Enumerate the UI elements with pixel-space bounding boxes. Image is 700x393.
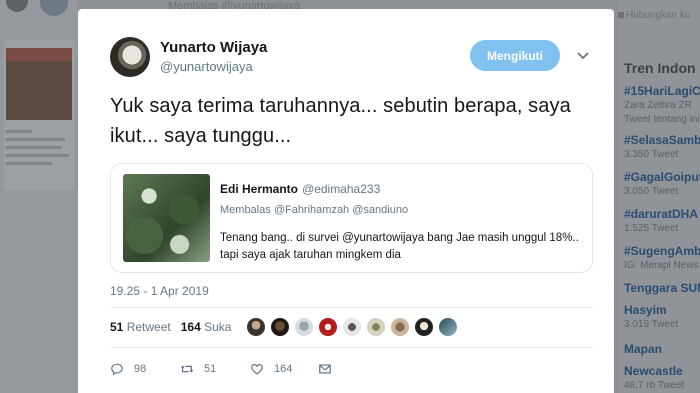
liker-avatar[interactable] <box>342 317 362 337</box>
quoted-tweet[interactable]: Edi Hermanto @edimaha233 Membalas @Fahrih… <box>110 163 593 273</box>
trend-item: Mapan <box>624 342 663 356</box>
background-trends-panel: Hubungkan ku Tren Indon #15HariLagiC Zara… <box>618 0 700 393</box>
tweet-text: Yuk saya terima taruhannya... sebutin be… <box>110 95 571 147</box>
reply-mention[interactable]: @Fahrihamzah <box>274 204 349 216</box>
liker-avatar[interactable] <box>438 317 458 337</box>
trend-item: Tenggara SUM <box>624 281 700 295</box>
trend-item: #SelasaSamba 3.350 Tweet <box>624 133 700 160</box>
tweet-stats: 51 Retweet 164 Suka <box>110 320 231 334</box>
retweet-button[interactable]: 51 <box>180 359 216 379</box>
tweet-timestamp[interactable]: 19.25 - 1 Apr 2019 <box>110 284 209 298</box>
liker-avatar[interactable] <box>270 317 290 337</box>
likes-count[interactable]: 164 <box>181 320 201 334</box>
direct-message-button[interactable] <box>318 359 342 379</box>
chevron-down-icon[interactable] <box>576 49 590 63</box>
quoted-reply-line: Membalas @Fahrihamzah @sandiuno <box>220 204 408 216</box>
reply-count: 98 <box>134 363 147 375</box>
quoted-author-name: Edi Hermanto <box>220 182 299 196</box>
connect-icon <box>618 12 624 18</box>
liker-avatar[interactable] <box>366 317 386 337</box>
retweet-count-action: 51 <box>204 363 217 375</box>
tweet-modal: Yunarto Wijaya @yunartowijaya Mengikuti … <box>78 9 614 393</box>
divider <box>110 307 594 308</box>
quoted-author-handle: @edimaha233 <box>302 182 381 196</box>
author-name[interactable]: Yunarto Wijaya <box>160 39 267 56</box>
like-count: 164 <box>274 363 293 375</box>
trend-item: #SugengAmb IG: Merapi News <box>624 244 700 271</box>
retweet-count[interactable]: 51 <box>110 320 123 334</box>
liker-avatar[interactable] <box>390 317 410 337</box>
background-text-lines <box>6 130 72 170</box>
author-avatar[interactable] <box>110 37 150 77</box>
trend-item: Tweet tentang ini <box>624 114 700 125</box>
tweet-actions: 98 51 164 <box>110 359 410 379</box>
liker-avatar[interactable] <box>246 317 266 337</box>
retweet-label[interactable]: Retweet <box>127 320 171 334</box>
background-connect-text: Hubungkan ku <box>626 10 691 21</box>
reply-button[interactable]: 98 <box>110 359 146 379</box>
quoted-author: Edi Hermanto @edimaha233 <box>220 182 380 196</box>
background-avatar <box>6 0 28 12</box>
trend-item: Newcastle 48,7 rb Tweet <box>624 364 685 391</box>
quoted-tweet-image[interactable] <box>123 174 210 262</box>
liker-avatar[interactable] <box>294 317 314 337</box>
reply-mention[interactable]: @sandiuno <box>352 204 408 216</box>
quoted-tweet-text: Tenang bang.. di survei @yunartowijaya b… <box>220 232 579 261</box>
background-thumbnail <box>6 48 72 120</box>
background-avatar <box>40 0 68 16</box>
heart-icon <box>251 364 263 375</box>
following-button[interactable]: Mengikuti <box>470 40 560 71</box>
divider <box>110 347 594 348</box>
trend-item: #15HariLagiC Zara Zettira ZR <box>624 84 700 111</box>
trend-item: #daruratDHA 1.525 Tweet <box>624 207 699 234</box>
trends-title: Tren Indon <box>624 60 696 76</box>
background-left-column <box>0 0 78 393</box>
envelope-icon <box>319 364 331 374</box>
like-button[interactable]: 164 <box>250 359 292 379</box>
reply-icon <box>111 363 123 376</box>
liker-avatar[interactable] <box>318 317 338 337</box>
likes-label[interactable]: Suka <box>204 320 231 334</box>
retweet-icon <box>180 365 194 373</box>
trend-item: Hasyim 3.019 Tweet <box>624 303 679 330</box>
liker-avatar[interactable] <box>414 317 434 337</box>
trend-item: #GagalGoiput 3.050 Tweet <box>624 170 700 197</box>
author-handle[interactable]: @yunartowijaya <box>160 59 253 74</box>
reply-prefix: Membalas <box>220 204 271 216</box>
